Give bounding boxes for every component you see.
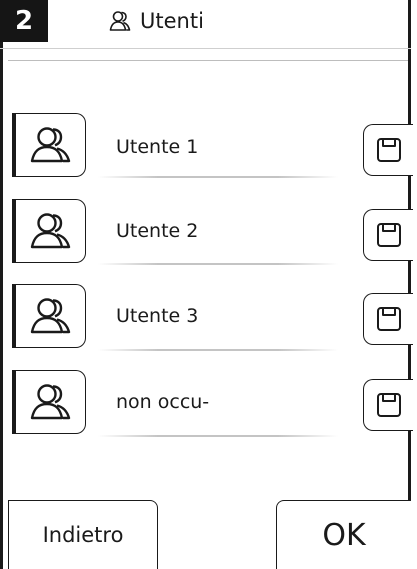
page-title: Utenti xyxy=(108,0,204,42)
row-divider xyxy=(98,263,338,265)
user-icon xyxy=(109,11,131,31)
row-divider xyxy=(98,435,338,437)
save-user-3-button[interactable] xyxy=(363,293,413,345)
screen-number-badge: 2 xyxy=(0,0,48,42)
row-divider xyxy=(98,176,338,178)
user-4-button[interactable] xyxy=(12,370,86,434)
user-icon xyxy=(30,127,70,163)
save-user-2-button[interactable] xyxy=(363,209,413,261)
user-1-name: Utente 1 xyxy=(116,136,199,158)
ok-button[interactable]: OK xyxy=(276,500,411,569)
user-icon xyxy=(30,213,70,249)
floppy-disk-icon xyxy=(376,307,401,331)
user-3-button[interactable] xyxy=(12,284,86,348)
header-bar: 2 Utenti xyxy=(0,0,411,49)
user-4-name: non occu- xyxy=(116,391,210,413)
save-user-1-button[interactable] xyxy=(363,124,413,176)
user-2-button[interactable] xyxy=(12,199,86,263)
header-divider xyxy=(8,60,408,61)
user-icon xyxy=(30,298,70,334)
row-divider xyxy=(98,349,338,351)
user-3-name: Utente 3 xyxy=(116,305,199,327)
page-title-text: Utenti xyxy=(140,9,204,33)
user-2-name: Utente 2 xyxy=(116,220,199,242)
floppy-disk-icon xyxy=(376,223,401,247)
floppy-disk-icon xyxy=(376,138,401,162)
back-button[interactable]: Indietro xyxy=(8,500,158,569)
back-button-label: Indietro xyxy=(42,523,124,547)
save-user-4-button[interactable] xyxy=(363,379,413,431)
ok-button-label: OK xyxy=(322,517,366,553)
floppy-disk-icon xyxy=(376,393,401,417)
user-icon xyxy=(30,384,70,420)
user-1-button[interactable] xyxy=(12,113,86,177)
